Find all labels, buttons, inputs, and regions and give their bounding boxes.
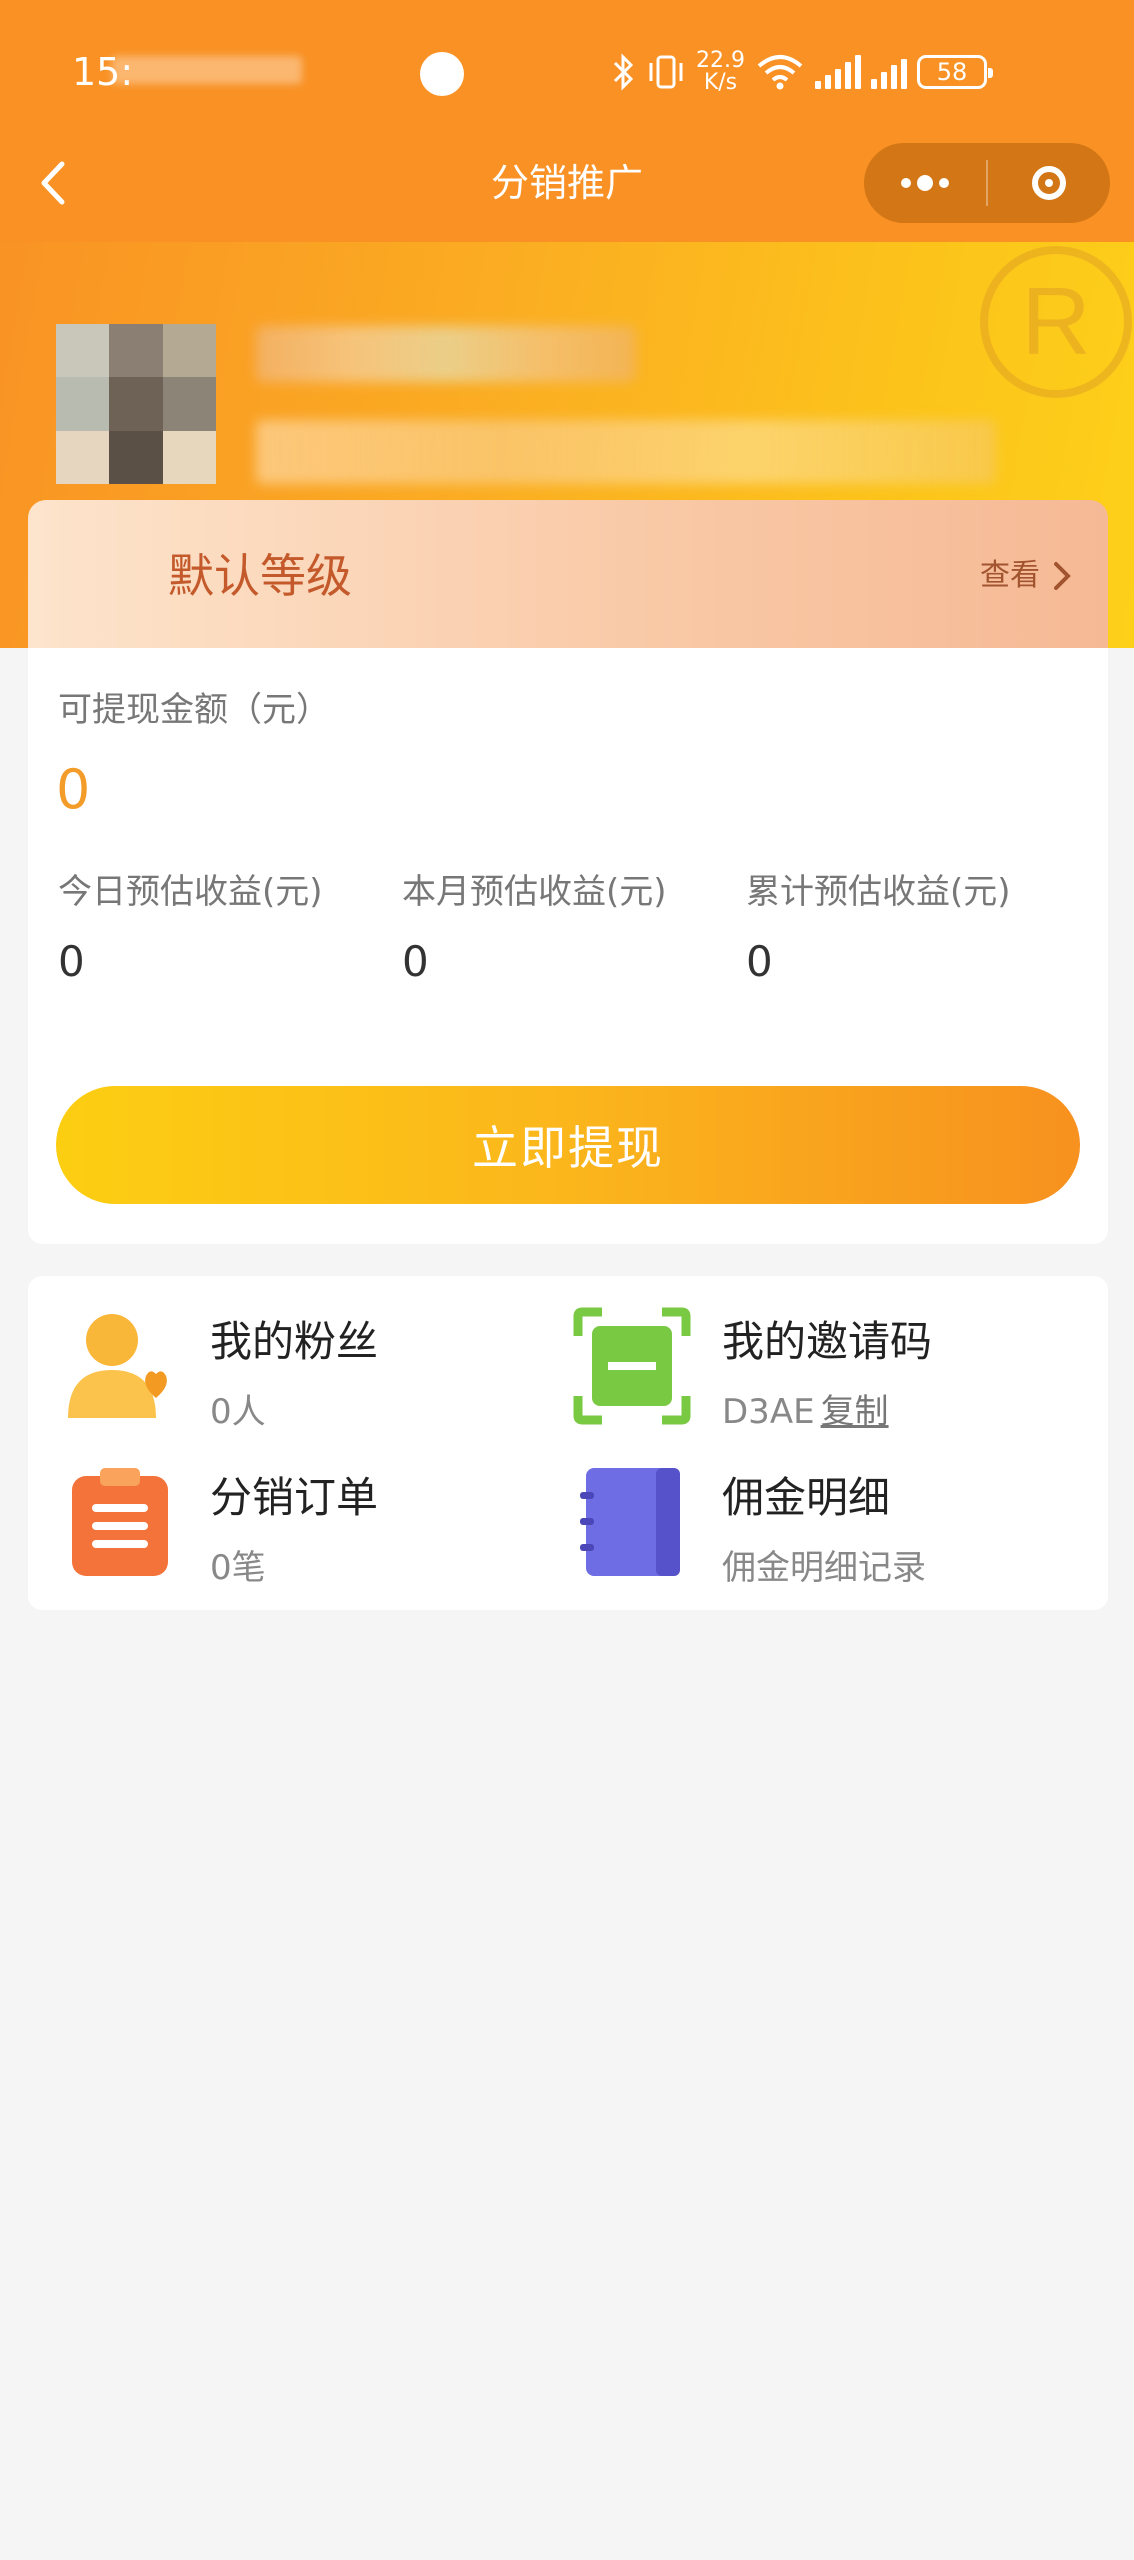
fans-icon	[68, 1314, 167, 1418]
user-avatar	[56, 324, 216, 484]
camera-cutout	[420, 52, 464, 96]
menu-item-invite-code[interactable]: 我的邀请码 D3AE 复制	[572, 1306, 1072, 1456]
invite-code-icon	[573, 1307, 691, 1425]
balance-card: 可提现金额（元） 0 今日预估收益(元) 0 本月预估收益(元) 0 累计预估收…	[28, 648, 1108, 1244]
stat-total-value: 0	[746, 937, 773, 986]
stat-today: 今日预估收益(元) 0	[58, 870, 398, 988]
status-bar: 15: 22.9 K/s 58	[0, 0, 1134, 130]
stat-today-label: 今日预估收益(元)	[58, 872, 323, 912]
registered-mark-icon: R	[980, 246, 1132, 398]
withdrawable-amount-label: 可提现金额（元）	[58, 690, 330, 730]
withdraw-button[interactable]: 立即提现	[56, 1086, 1080, 1204]
wifi-icon	[757, 55, 803, 90]
menu-commission-sub: 佣金明细记录	[722, 1548, 926, 1588]
signal-icon-1	[814, 55, 861, 89]
level-name: 默认等级	[168, 549, 352, 603]
level-view-link[interactable]: 查看	[980, 556, 1040, 596]
signal-icon-2	[870, 55, 907, 89]
menu-invite-sub: D3AE 复制	[722, 1390, 889, 1434]
stat-month-label: 本月预估收益(元)	[402, 872, 667, 912]
invite-code-value: D3AE	[722, 1392, 815, 1432]
chevron-right-icon	[1054, 562, 1071, 590]
more-dots-icon	[901, 175, 949, 191]
menu-card: 我的粉丝 0人 我的邀请码 D3AE 复制 分销订单 0笔 佣金明细 佣金明细记…	[28, 1276, 1108, 1610]
network-speed-value: 22.9	[696, 48, 745, 73]
commission-notebook-icon	[580, 1468, 680, 1576]
miniprogram-capsule	[864, 143, 1110, 223]
stat-month: 本月预估收益(元) 0	[402, 870, 742, 988]
stat-total: 累计预估收益(元) 0	[746, 870, 1086, 988]
menu-commission-title: 佣金明细	[722, 1473, 891, 1522]
status-icons: 22.9 K/s 58	[612, 44, 993, 100]
menu-item-fans[interactable]: 我的粉丝 0人	[60, 1306, 560, 1456]
status-time-blurred	[112, 56, 302, 84]
menu-fans-title: 我的粉丝	[210, 1317, 379, 1366]
withdrawable-amount-value: 0	[56, 758, 91, 821]
order-clipboard-icon	[72, 1468, 168, 1576]
stat-today-value: 0	[58, 937, 85, 986]
stat-total-label: 累计预估收益(元)	[746, 872, 1011, 912]
level-card[interactable]: 默认等级 查看	[28, 500, 1108, 648]
menu-orders-title: 分销订单	[210, 1473, 379, 1522]
menu-fans-sub: 0人	[210, 1392, 266, 1432]
vibrate-icon	[649, 55, 683, 89]
menu-orders-sub: 0笔	[210, 1548, 266, 1588]
stat-month-value: 0	[402, 937, 429, 986]
battery-icon: 58	[916, 55, 993, 89]
menu-item-orders[interactable]: 分销订单 0笔	[60, 1462, 560, 1612]
more-menu-button[interactable]	[864, 143, 986, 223]
menu-invite-title: 我的邀请码	[722, 1317, 933, 1366]
target-icon	[1032, 166, 1066, 200]
close-miniprogram-button[interactable]	[988, 143, 1110, 223]
user-info-blurred	[256, 420, 996, 484]
network-speed: 22.9 K/s	[696, 50, 745, 94]
bluetooth-icon	[613, 53, 634, 91]
copy-link[interactable]: 复制	[821, 1392, 889, 1432]
menu-item-commission[interactable]: 佣金明细 佣金明细记录	[572, 1462, 1072, 1612]
network-speed-unit: K/s	[703, 70, 738, 95]
user-name-blurred	[256, 326, 636, 382]
